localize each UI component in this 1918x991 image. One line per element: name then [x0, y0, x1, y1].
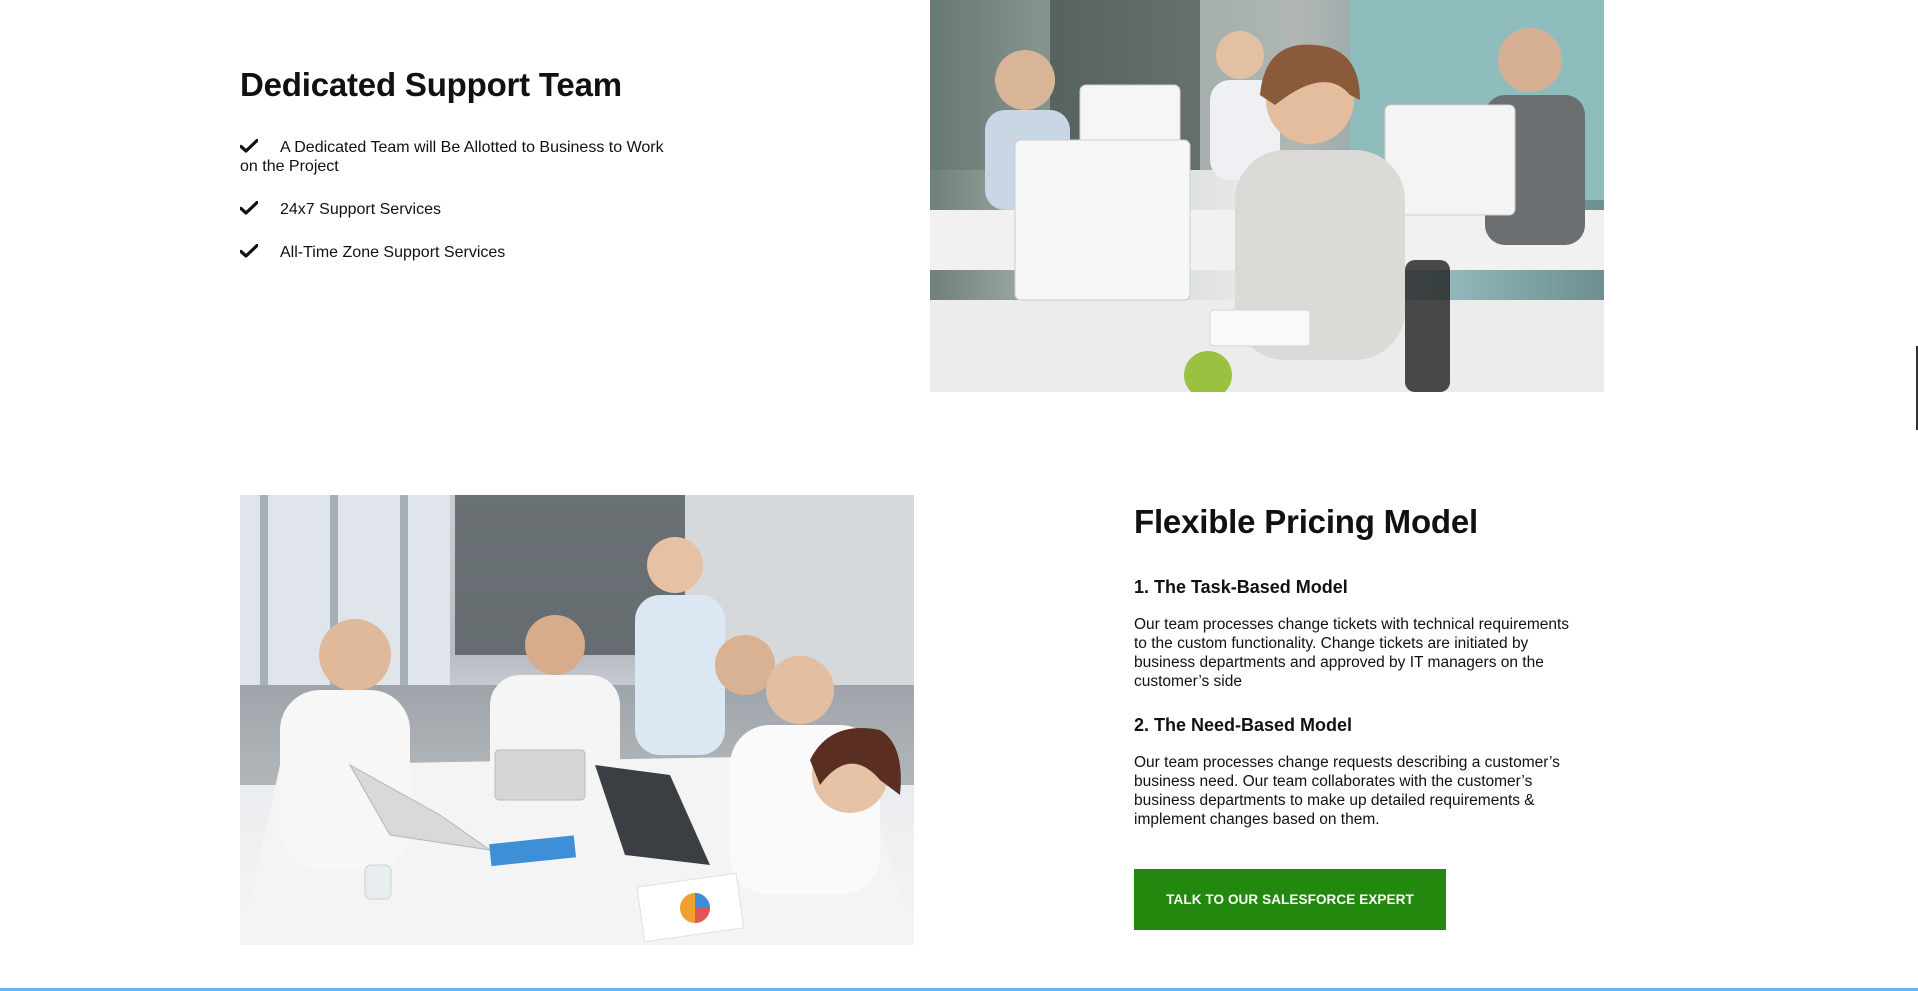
pricing-title: Flexible Pricing Model — [1134, 503, 1479, 540]
list-item: All-Time Zone Support Services — [240, 243, 680, 262]
list-item-text: All-Time Zone Support Services — [280, 244, 506, 261]
list-item-text: 24x7 Support Services — [280, 201, 441, 218]
team-meeting-photo — [240, 495, 914, 945]
pricing-section: Flexible Pricing Model 1. The Task-Based… — [1134, 503, 1574, 930]
talk-to-expert-button[interactable]: TALK TO OUR SALESFORCE EXPERT — [1134, 869, 1446, 930]
list-item: A Dedicated Team will Be Allotted to Bus… — [240, 138, 680, 176]
list-item-text: A Dedicated Team will Be Allotted to Bus… — [240, 139, 664, 175]
list-item: 24x7 Support Services — [240, 200, 680, 219]
support-section: Dedicated Support Team A Dedicated Team … — [240, 66, 680, 286]
support-title: Dedicated Support Team — [240, 66, 622, 103]
page: Dedicated Support Team A Dedicated Team … — [0, 0, 1918, 991]
task-based-model-heading: 1. The Task-Based Model — [1134, 577, 1348, 597]
check-icon — [240, 201, 258, 215]
support-list: A Dedicated Team will Be Allotted to Bus… — [240, 138, 680, 262]
need-based-model-heading: 2. The Need-Based Model — [1134, 715, 1353, 735]
call-center-photo — [930, 0, 1604, 392]
task-based-model-description: Our team processes change tickets with t… — [1134, 616, 1570, 690]
check-icon — [240, 139, 258, 153]
need-based-model-description: Our team processes change requests descr… — [1134, 754, 1560, 828]
check-icon — [240, 244, 258, 258]
